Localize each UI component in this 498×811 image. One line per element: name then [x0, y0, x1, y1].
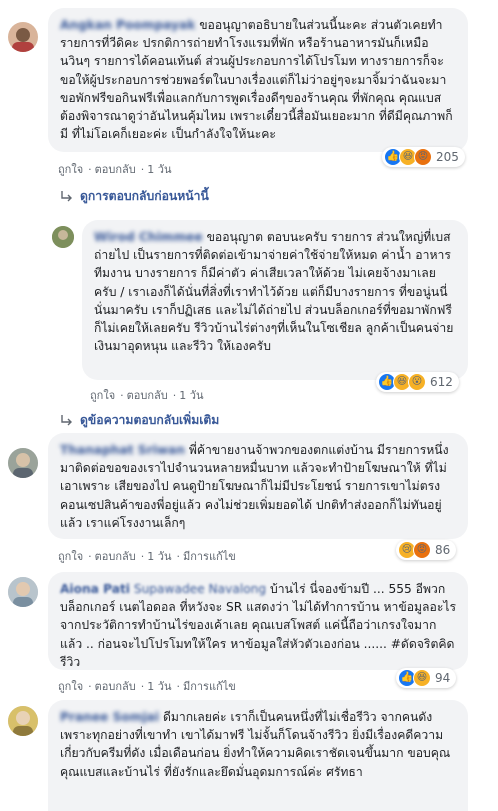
- comment-text: ขออนุญาต ตอบนะครับ รายการ ส่วนใหญ่ที่เบส…: [94, 230, 454, 354]
- comment-bubble: Wirod Chimmee ขออนุญาต ตอบนะครับ รายการ …: [82, 220, 468, 380]
- comment-time[interactable]: 1 วัน: [147, 163, 171, 176]
- angry-reaction-icon: 😡: [414, 148, 432, 166]
- haha-reaction-icon: 😆: [413, 669, 431, 687]
- avatar[interactable]: [8, 706, 38, 736]
- edited-label[interactable]: มีการแก้ไข: [183, 550, 236, 563]
- reply-link[interactable]: ตอบกลับ: [95, 163, 136, 176]
- avatar[interactable]: [52, 226, 74, 248]
- comment-time[interactable]: 1 วัน: [147, 550, 171, 563]
- view-more-replies-link[interactable]: ดูข้อความตอบกลับเพิ่มเติม: [60, 411, 219, 430]
- reply-link[interactable]: ตอบกลับ: [127, 389, 168, 402]
- comment-time[interactable]: 1 วัน: [179, 389, 203, 402]
- avatar-photo-icon: [12, 28, 34, 52]
- comment-bubble: Angkan Poompayak ขออนุญาตอธิบายในส่วนนี้…: [48, 8, 468, 152]
- avatar-photo-icon: [52, 226, 74, 248]
- reaction-summary[interactable]: 👍 😆 😡 205: [382, 147, 465, 167]
- comment-time[interactable]: 1 วัน: [147, 680, 171, 693]
- like-link[interactable]: ถูกใจ: [58, 680, 83, 693]
- comment-bubble: Pranee Somjai ดีมากเลยค่ะ เราก็เป็นคนหนึ…: [48, 700, 468, 811]
- comment-bubble: Thanaphat Sriwan พี่ค้าขายงานจ้าพวกของตก…: [48, 433, 468, 539]
- edited-label[interactable]: มีการแก้ไข: [183, 680, 236, 693]
- like-link[interactable]: ถูกใจ: [58, 550, 83, 563]
- comment-actions: ถูกใจ · ตอบกลับ · 1 วัน: [58, 163, 172, 176]
- reaction-summary[interactable]: 😢 😡 86: [396, 540, 457, 560]
- comment-bubble: Aiona Pati Supawadee Navalong บ้านไร่ นี…: [48, 572, 468, 670]
- view-previous-replies-link[interactable]: ดูการตอบกลับก่อนหน้านี้: [60, 187, 209, 206]
- comment-actions: ถูกใจ · ตอบกลับ · 1 วัน · มีการแก้ไข: [58, 550, 236, 563]
- angry-reaction-icon: 😡: [413, 541, 431, 559]
- reply-link[interactable]: ตอบกลับ: [95, 680, 136, 693]
- comment-author[interactable]: Wirod Chimmee: [94, 230, 203, 244]
- avatar[interactable]: [8, 22, 38, 52]
- reply-arrow-icon: [61, 414, 72, 425]
- view-more-replies-label: ดูข้อความตอบกลับเพิ่มเติม: [80, 413, 220, 427]
- reply-arrow-icon: [61, 190, 72, 201]
- comment-author[interactable]: Aiona Pati: [60, 582, 130, 596]
- avatar-photo-icon: [8, 448, 38, 478]
- comment-author[interactable]: Angkan Poompayak: [60, 18, 195, 32]
- reaction-count: 94: [435, 671, 451, 685]
- like-link[interactable]: ถูกใจ: [58, 163, 83, 176]
- avatar-photo-icon: [8, 706, 38, 736]
- comment-author[interactable]: Thanaphat Sriwan: [60, 443, 185, 457]
- tagged-user[interactable]: Supawadee Navalong: [134, 582, 266, 596]
- reaction-count: 612: [430, 375, 453, 389]
- reaction-count: 86: [435, 543, 451, 557]
- comment-actions: ถูกใจ · ตอบกลับ · 1 วัน · มีการแก้ไข: [58, 680, 236, 693]
- comment-actions: ถูกใจ · ตอบกลับ · 1 วัน: [90, 389, 204, 402]
- avatar-photo-icon: [8, 577, 38, 607]
- comment-text: ขออนุญาตอธิบายในส่วนนี้นะคะ ส่วนตัวเคยทำ…: [60, 18, 453, 142]
- reply-link[interactable]: ตอบกลับ: [95, 550, 136, 563]
- avatar[interactable]: [8, 577, 38, 607]
- wow-reaction-icon: 😮: [408, 373, 426, 391]
- reaction-summary[interactable]: 👍 😆 😮 612: [376, 372, 459, 392]
- like-link[interactable]: ถูกใจ: [90, 389, 115, 402]
- avatar[interactable]: [8, 448, 38, 478]
- comment-author[interactable]: Pranee Somjai: [60, 710, 159, 724]
- reaction-count: 205: [436, 150, 459, 164]
- view-previous-replies-label: ดูการตอบกลับก่อนหน้านี้: [80, 189, 209, 203]
- reaction-summary[interactable]: 👍 😆 94: [396, 668, 457, 688]
